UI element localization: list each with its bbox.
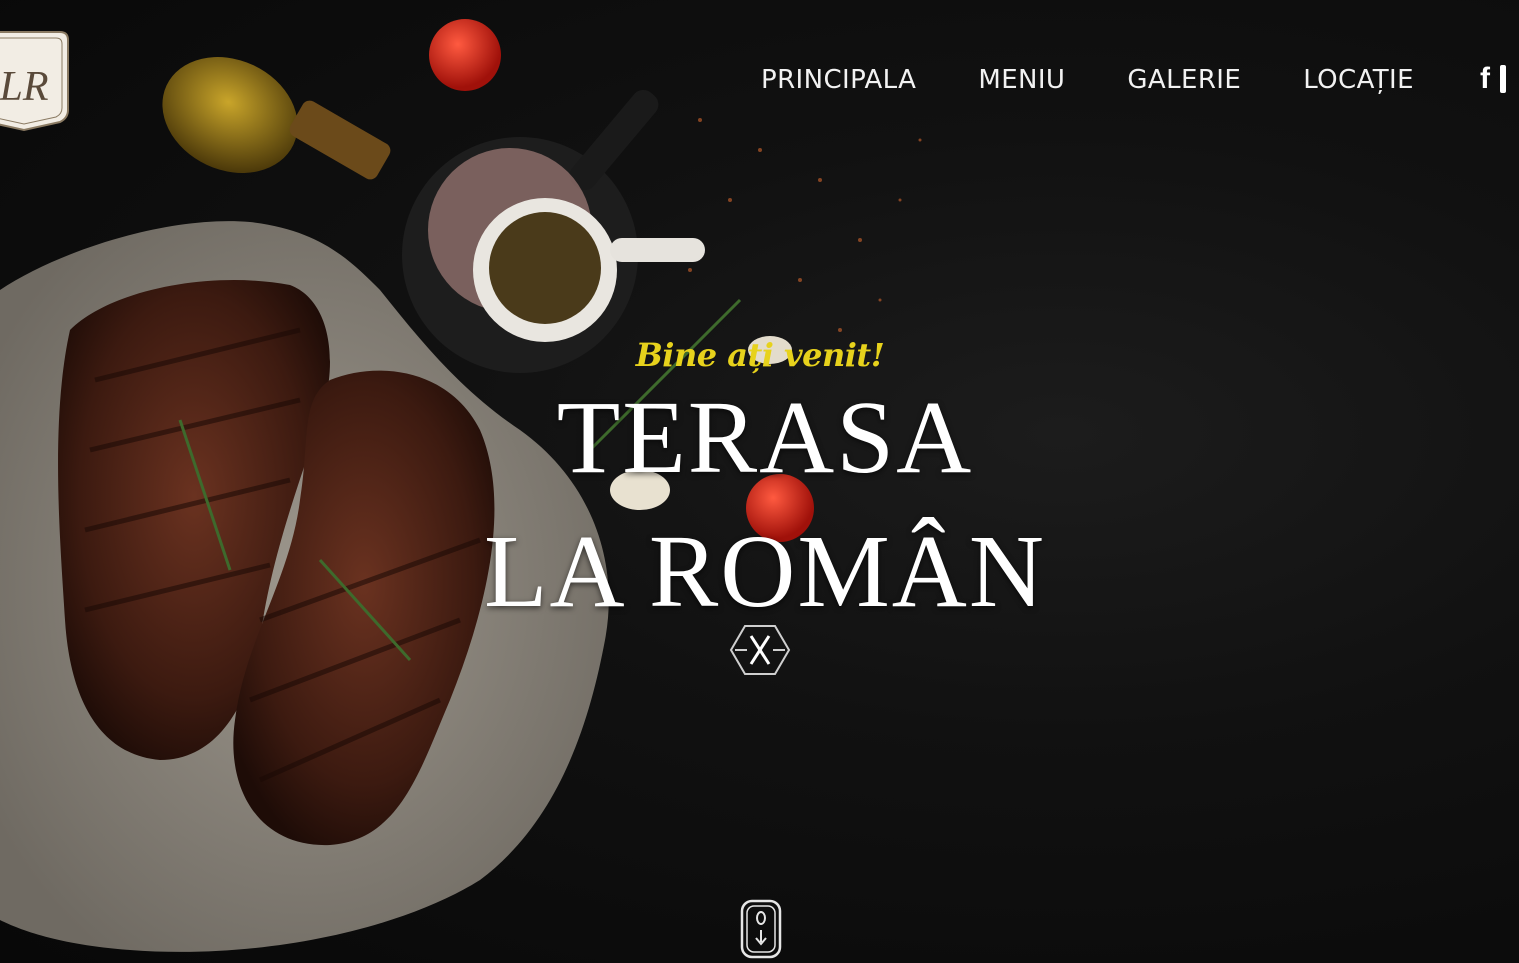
logo-text: LR <box>0 64 49 110</box>
social-links: f <box>1480 64 1506 94</box>
main-nav: PRINCIPALA MENIU GALERIE LOCAȚIE <box>730 62 1445 98</box>
hero-title-line-2: LA ROMÂN <box>483 514 1047 629</box>
nav-item-galerie[interactable]: GALERIE <box>1096 65 1272 95</box>
nav-item-meniu[interactable]: MENIU <box>947 65 1096 95</box>
cutlery-icon <box>729 625 791 675</box>
welcome-text: Bine ați venit! <box>635 336 885 374</box>
facebook-icon[interactable]: f <box>1480 64 1490 94</box>
hero-title-line-1: TERASA <box>556 380 974 495</box>
instagram-icon[interactable] <box>1500 65 1506 93</box>
scroll-down-icon[interactable] <box>739 898 783 960</box>
nav-item-locatie[interactable]: LOCAȚIE <box>1272 65 1445 95</box>
oil-bottle <box>162 57 298 173</box>
logo[interactable]: LR <box>0 24 70 132</box>
tomato-top <box>429 19 501 91</box>
hero-section: LR PRINCIPALA MENIU GALERIE LOCAȚIE f Bi… <box>0 0 1519 963</box>
nav-item-principala[interactable]: PRINCIPALA <box>730 65 947 95</box>
